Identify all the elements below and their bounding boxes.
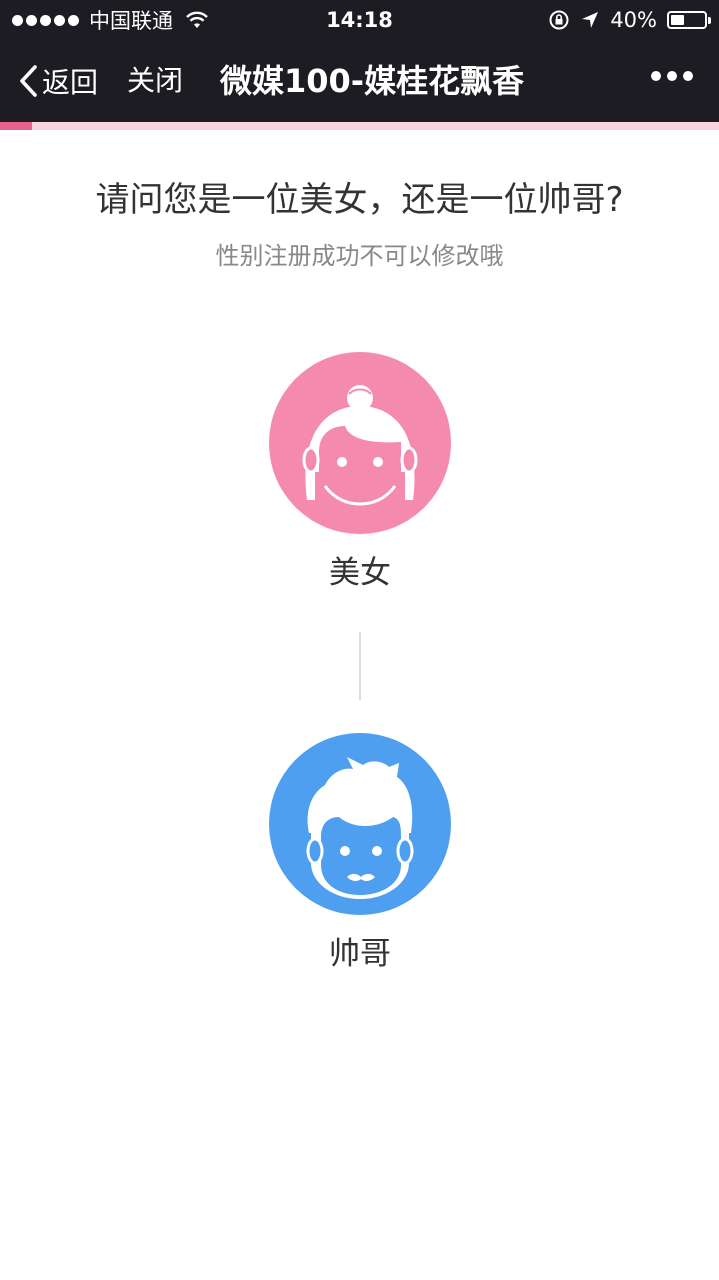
male-label: 帅哥 xyxy=(329,936,391,972)
page-title: 微媒100-媒桂花飘香 xyxy=(220,62,525,100)
female-avatar-icon[interactable] xyxy=(269,352,451,534)
status-bar: 中国联通 14:18 40% xyxy=(0,0,719,40)
back-label: 返回 xyxy=(42,66,99,99)
more-dot-icon xyxy=(683,71,693,81)
navigation-bar: 返回 关闭 微媒100-媒桂花飘香 xyxy=(0,40,719,122)
question-heading: 请问您是一位美女，还是一位帅哥? xyxy=(95,180,624,220)
male-avatar-icon[interactable] xyxy=(269,733,451,915)
female-option[interactable]: 美女 xyxy=(230,352,490,592)
status-right: 40% xyxy=(548,0,711,40)
battery-percent: 40% xyxy=(610,8,657,32)
male-option[interactable]: 帅哥 xyxy=(230,733,490,973)
hint-text: 性别注册成功不可以修改哦 xyxy=(215,242,504,270)
more-options-button[interactable] xyxy=(651,71,693,81)
option-divider xyxy=(359,632,361,700)
location-arrow-icon xyxy=(582,12,599,28)
battery-level xyxy=(671,15,684,25)
more-dot-icon xyxy=(651,71,661,81)
battery-icon xyxy=(667,11,711,29)
female-label: 美女 xyxy=(329,555,391,591)
progress-bar xyxy=(0,122,719,130)
chevron-left-icon xyxy=(20,65,37,97)
progress-fill xyxy=(0,122,33,130)
more-dot-icon xyxy=(667,71,677,81)
rotation-lock-icon xyxy=(549,10,569,30)
close-button[interactable]: 关闭 xyxy=(127,40,183,122)
back-button[interactable]: 返回 xyxy=(18,40,98,122)
